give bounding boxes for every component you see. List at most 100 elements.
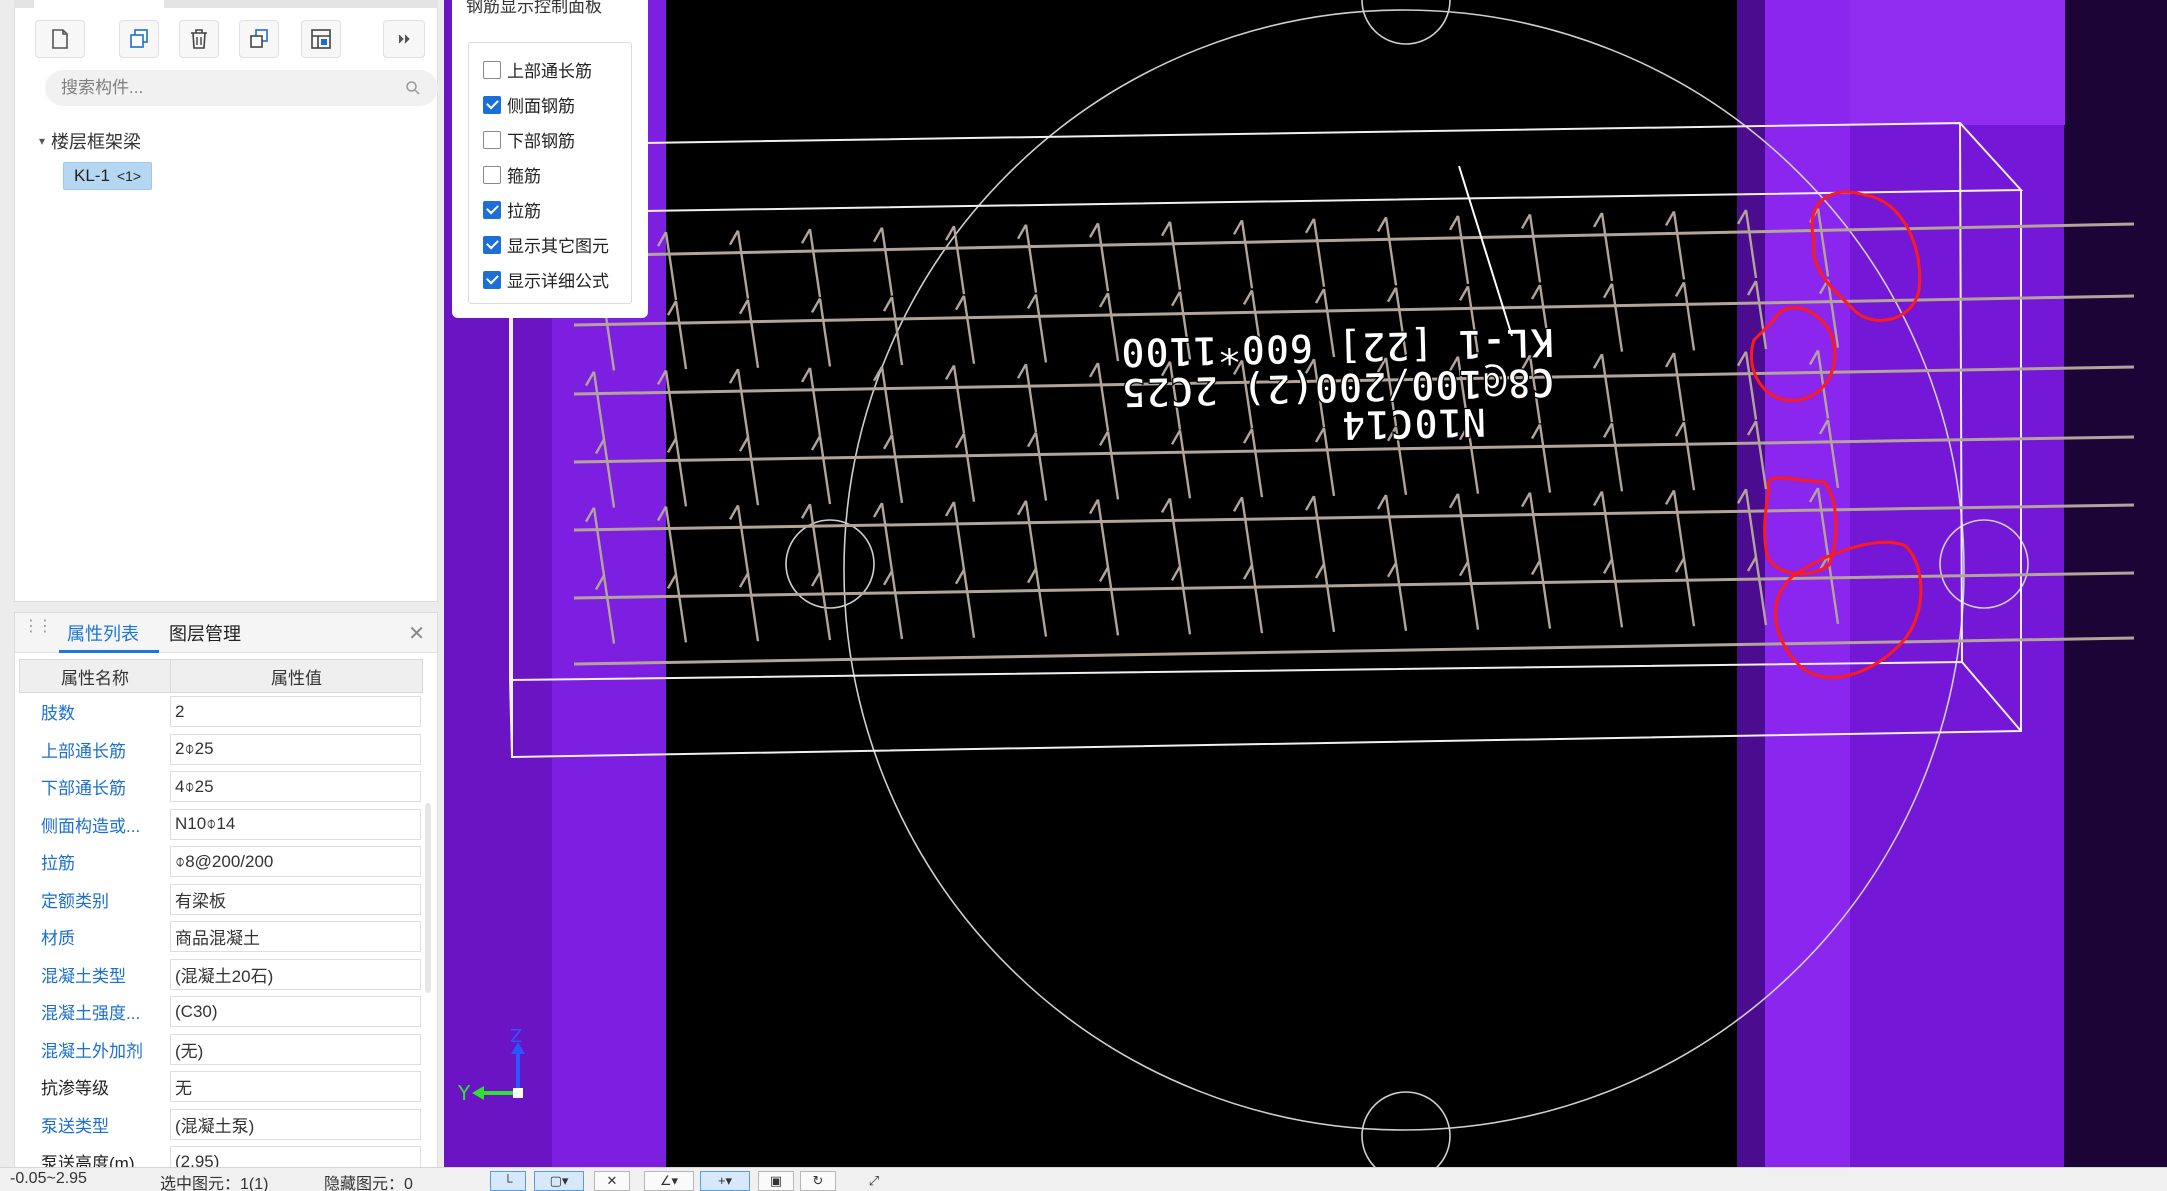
display-option-row[interactable]: 上部通长筋: [483, 57, 592, 82]
display-option-label: 显示其它图元: [507, 237, 609, 256]
property-value-field[interactable]: 有梁板: [170, 883, 421, 915]
3d-viewport[interactable]: N10C14 C8@100/200(2) 2C25 KL-1 [22] 600*…: [444, 0, 2167, 1167]
property-value-field[interactable]: (C30): [170, 996, 421, 1028]
caret-down-icon[interactable]: ▾: [39, 134, 45, 148]
display-option-label: 上部通长筋: [507, 62, 592, 81]
copy-icon: [130, 29, 148, 48]
copy-component-button[interactable]: [119, 20, 159, 58]
property-value-field[interactable]: (混凝土20石): [170, 958, 421, 990]
delete-component-button[interactable]: [179, 20, 219, 58]
property-value-field[interactable]: 无: [170, 1071, 421, 1103]
display-option-row[interactable]: 显示其它图元: [483, 232, 609, 257]
property-value-field[interactable]: 4⌽25: [170, 771, 421, 803]
tree-node-floor-frame-beam[interactable]: ▾ 楼层框架梁: [39, 128, 141, 154]
property-row: 上部通长筋 2⌽25: [19, 731, 423, 769]
ortho-snap-button[interactable]: └: [490, 1171, 526, 1191]
property-name: 抗渗等级: [41, 1079, 109, 1099]
property-row: 侧面构造或... N10⌽14: [19, 806, 423, 844]
tab-layer-management[interactable]: 图层管理: [169, 613, 241, 653]
property-row: 下部通长筋 4⌽25: [19, 768, 423, 806]
property-value-field[interactable]: 2: [170, 696, 421, 728]
select-mode-button[interactable]: ▢▾: [534, 1171, 584, 1191]
property-rows: 肢数 2 上部通长筋 2⌽25 下部通长筋 4⌽25 侧面构造或... N10⌽14 拉筋 ⌽8@…: [19, 693, 423, 1171]
cross-icon: ✕: [606, 1173, 618, 1188]
display-option-checkbox[interactable]: [483, 270, 501, 289]
cross-select-button[interactable]: ✕: [594, 1171, 630, 1191]
display-option-checkbox[interactable]: [483, 200, 501, 219]
property-value-field[interactable]: ⌽8@200/200: [170, 846, 421, 878]
status-selected: 选中图元：1(1): [160, 1176, 269, 1191]
grid-icon: ▣: [769, 1173, 783, 1188]
col-header-value: 属性值: [271, 668, 322, 688]
tab-property-list[interactable]: 属性列表: [67, 613, 139, 653]
tree-tab-strip: [14, 0, 438, 8]
property-row: 泵送类型 (混凝土泵): [19, 1106, 423, 1144]
property-value-field[interactable]: 2⌽25: [170, 733, 421, 765]
column-right-top: [1850, 0, 2065, 125]
property-tab-bar: ⋮⋮ 属性列表 图层管理 ✕: [15, 613, 437, 653]
property-row: 混凝土强度... (C30): [19, 993, 423, 1031]
component-extract-button[interactable]: [301, 20, 341, 58]
display-option-row[interactable]: 箍筋: [483, 162, 541, 187]
display-option-label: 显示详细公式: [507, 272, 609, 291]
search-input[interactable]: [61, 78, 401, 98]
display-option-checkbox[interactable]: [483, 130, 501, 149]
display-option-checkbox[interactable]: [483, 60, 501, 79]
display-option-row[interactable]: 下部钢筋: [483, 127, 575, 152]
close-icon[interactable]: ✕: [408, 621, 425, 646]
property-name: 定额类别: [41, 891, 109, 911]
property-name: 泵送类型: [41, 1116, 109, 1136]
drag-handle-icon[interactable]: ⋮⋮: [23, 619, 53, 635]
display-option-label: 侧面钢筋: [507, 97, 575, 116]
new-component-button[interactable]: [35, 20, 85, 58]
property-value-field[interactable]: 商品混凝土: [170, 921, 421, 953]
display-option-checkbox[interactable]: [483, 95, 501, 114]
display-option-label: 拉筋: [507, 202, 541, 221]
property-name: 混凝土强度...: [41, 1004, 141, 1024]
point-snap-button[interactable]: +▾: [700, 1171, 750, 1191]
col-header-name: 属性名称: [20, 660, 171, 692]
property-row: 抗渗等级 无: [19, 1068, 423, 1106]
rebar-display-panel: 钢筋显示控制面板 上部通长筋 侧面钢筋 下部钢筋 箍筋 拉筋 显示其它图元 显示详细公式: [452, 0, 648, 318]
property-row: 肢数 2: [19, 693, 423, 731]
property-scrollbar[interactable]: [425, 803, 431, 993]
grid-toggle-button[interactable]: ▣: [758, 1171, 794, 1191]
tree-child-count: <1>: [116, 168, 142, 184]
display-option-checkbox[interactable]: [483, 235, 501, 254]
new-file-icon: [52, 29, 68, 49]
display-option-checkbox[interactable]: [483, 165, 501, 184]
status-bar: -0.05~2.95 选中图元：1(1) 隐藏图元：0 └ ▢▾ ✕ ∠▾ +▾…: [0, 1167, 2167, 1191]
angle-snap-button[interactable]: ∠▾: [644, 1171, 694, 1191]
axis-y-label: Y: [457, 1081, 471, 1105]
display-option-label: 箍筋: [507, 167, 541, 186]
layers-copy-icon: [250, 29, 268, 48]
property-name: 材质: [41, 929, 75, 949]
display-option-label: 下部钢筋: [507, 132, 575, 151]
rotate-button[interactable]: ↻: [800, 1171, 836, 1191]
property-table-header: 属性名称 属性值: [19, 659, 423, 693]
tree-node-kl-1[interactable]: KL-1 <1>: [63, 162, 153, 190]
property-name: 侧面构造或...: [41, 816, 141, 836]
property-value-field[interactable]: N10⌽14: [170, 808, 421, 840]
active-tab-indicator: [59, 650, 159, 653]
display-option-row[interactable]: 拉筋: [483, 197, 541, 222]
duplicate-to-floor-button[interactable]: [239, 20, 279, 58]
axis-z-label: Z: [510, 1026, 522, 1047]
tree-tab-active[interactable]: [34, 0, 164, 8]
property-value-field[interactable]: (混凝土泵): [170, 1108, 421, 1140]
more-tools-button[interactable]: [383, 20, 425, 58]
fullscreen-button[interactable]: ⤢: [856, 1171, 892, 1191]
display-option-row[interactable]: 侧面钢筋: [483, 92, 575, 117]
property-value-field[interactable]: (无): [170, 1033, 421, 1065]
rotate-icon: ↻: [812, 1173, 824, 1188]
property-name: 混凝土类型: [41, 966, 126, 986]
trash-icon: [191, 29, 207, 49]
search-icon[interactable]: [404, 79, 422, 97]
display-option-row[interactable]: 显示详细公式: [483, 267, 609, 292]
status-elevation: -0.05~2.95: [10, 1170, 87, 1187]
search-field[interactable]: [45, 70, 438, 106]
property-name: 拉筋: [41, 854, 75, 874]
left-panel: ▾ 楼层框架梁 KL-1 <1> ⋮⋮ 属性列表 图层管理 ✕ 属性名称 属性值…: [0, 0, 444, 1172]
property-row: 材质 商品混凝土: [19, 918, 423, 956]
property-name: 混凝土外加剂: [41, 1041, 143, 1061]
